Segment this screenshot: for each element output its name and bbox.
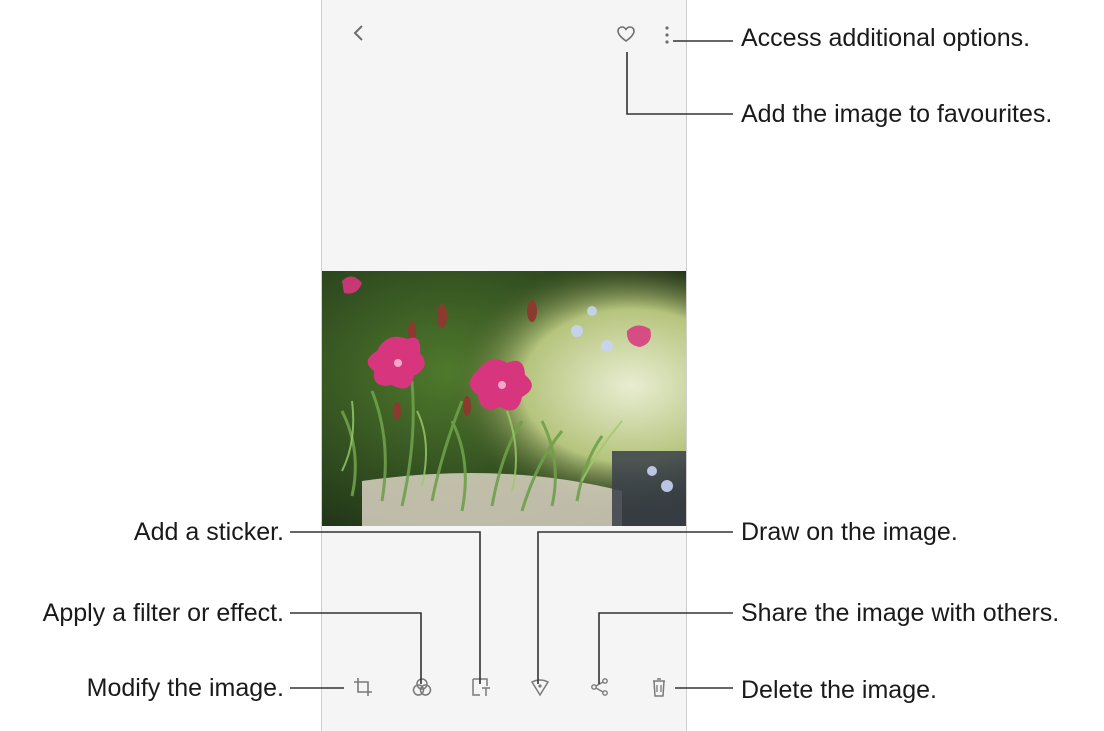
more-vertical-icon[interactable] — [662, 24, 672, 46]
callout-share: Share the image with others. — [741, 599, 1060, 627]
back-chevron-icon[interactable] — [348, 22, 370, 44]
sticker-icon[interactable] — [470, 676, 492, 698]
flower-photo — [322, 271, 686, 526]
callout-modify: Modify the image. — [86, 674, 284, 702]
callout-filter: Apply a filter or effect. — [42, 599, 284, 627]
pen-icon[interactable] — [529, 676, 551, 698]
trash-icon[interactable] — [648, 676, 670, 698]
phone-screen — [321, 0, 687, 731]
share-icon[interactable] — [589, 676, 611, 698]
callout-draw: Draw on the image. — [741, 518, 958, 546]
callout-sticker: Add a sticker. — [133, 518, 284, 546]
heart-icon[interactable] — [616, 24, 636, 44]
crop-icon[interactable] — [352, 676, 374, 698]
callout-more-options: Access additional options. — [741, 24, 1031, 52]
filter-icon[interactable] — [411, 676, 433, 698]
callout-delete: Delete the image. — [741, 676, 937, 704]
callout-favourites: Add the image to favourites. — [741, 100, 1053, 128]
